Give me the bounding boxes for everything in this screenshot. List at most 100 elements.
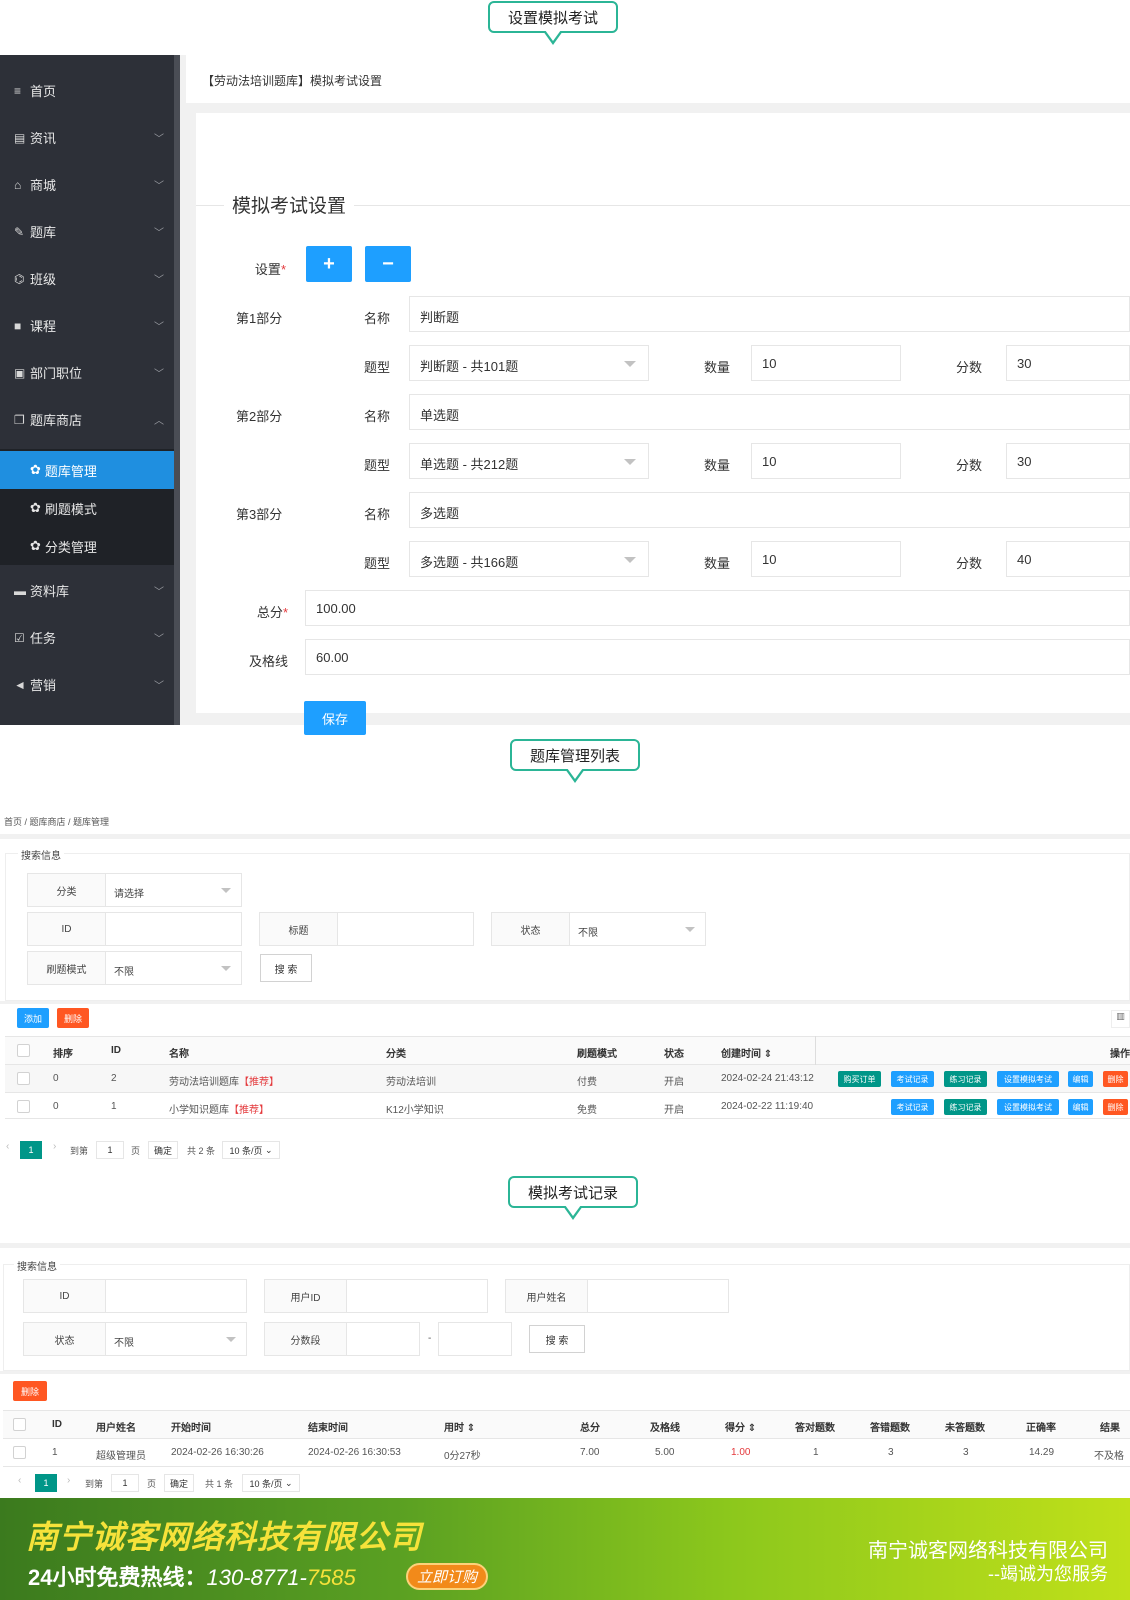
page-jump-input[interactable]: 1 bbox=[111, 1474, 139, 1492]
score-min-input[interactable] bbox=[346, 1322, 420, 1356]
select-all-checkbox[interactable] bbox=[17, 1044, 30, 1057]
briefcase-icon: ▬ bbox=[14, 583, 26, 598]
confirm-page-button[interactable]: 确定 bbox=[164, 1474, 194, 1492]
row-checkbox[interactable] bbox=[17, 1072, 30, 1085]
sidebar: ≡ 首页 ▤ 资讯 ﹀ ⌂ 商城 ﹀ ✎ 题库 ﹀ ⌬ 班级 ﹀ ■ 课程 ﹀ ▣ 部门职位 ﹀ ❐ 题库商… bbox=[0, 55, 180, 725]
sidebar-subitem-practice-mode[interactable]: ✿ 刷题模式 bbox=[0, 489, 174, 527]
score-max-input[interactable] bbox=[438, 1322, 512, 1356]
column-header: 操作 bbox=[1110, 1049, 1130, 1060]
sidebar-item-class[interactable]: ⌬ 班级 ﹀ bbox=[0, 255, 174, 302]
part-1-count-input[interactable]: 10 bbox=[751, 345, 901, 381]
part-3-score-input[interactable]: 40 bbox=[1006, 541, 1130, 577]
sidebar-item-department[interactable]: ▣ 部门职位 ﹀ bbox=[0, 349, 174, 396]
id-card-icon: ▣ bbox=[14, 365, 26, 380]
user-name-filter-input[interactable] bbox=[587, 1279, 729, 1313]
caret-down-icon bbox=[226, 1337, 236, 1342]
save-button[interactable]: 保存 bbox=[304, 701, 366, 735]
menu-icon: ≡ bbox=[14, 83, 22, 98]
status-filter-select[interactable]: 不限 bbox=[105, 1322, 247, 1356]
user-id-filter-label: 用户ID bbox=[264, 1279, 347, 1313]
title-filter-input[interactable] bbox=[337, 912, 474, 946]
megaphone-icon: ◄ bbox=[14, 677, 26, 692]
next-page-icon[interactable]: › bbox=[67, 1475, 70, 1486]
exam-records-button[interactable]: 考试记录 bbox=[891, 1071, 934, 1087]
part-2-name-input[interactable]: 单选题 bbox=[409, 394, 1130, 430]
column-header: 名称 bbox=[169, 1049, 189, 1060]
part-1-score-input[interactable]: 30 bbox=[1006, 345, 1130, 381]
part-1-type-select[interactable]: 判断题 - 共101题 bbox=[409, 345, 649, 381]
set-mock-exam-button[interactable]: 设置模拟考试 bbox=[997, 1099, 1059, 1115]
order-now-button[interactable]: 立即订购 bbox=[406, 1563, 488, 1590]
current-page[interactable]: 1 bbox=[20, 1141, 42, 1159]
pass-line-input[interactable]: 60.00 bbox=[305, 639, 1130, 675]
part-2-type-select[interactable]: 单选题 - 共212题 bbox=[409, 443, 649, 479]
page-jump-input[interactable]: 1 bbox=[96, 1141, 124, 1159]
select-all-checkbox[interactable] bbox=[13, 1418, 26, 1431]
practice-records-button[interactable]: 练习记录 bbox=[944, 1099, 987, 1115]
sidebar-item-news[interactable]: ▤ 资讯 ﹀ bbox=[0, 114, 174, 161]
column-header-sortable[interactable]: 创建时间 ⇕ bbox=[721, 1045, 772, 1060]
gear-icon: ✿ bbox=[30, 538, 41, 553]
part-2-count-input[interactable]: 10 bbox=[751, 443, 901, 479]
status-filter-select[interactable]: 不限 bbox=[569, 912, 706, 946]
add-button[interactable]: 添加 bbox=[17, 1008, 49, 1028]
sidebar-item-label: 题库商店 bbox=[30, 413, 83, 428]
per-page-select[interactable]: 10 条/页 ⌄ bbox=[242, 1474, 300, 1492]
sidebar-subitem-category[interactable]: ✿ 分类管理 bbox=[0, 527, 174, 565]
per-page-select[interactable]: 10 条/页 ⌄ bbox=[222, 1141, 280, 1159]
column-header-sortable[interactable]: 得分 ⇕ bbox=[725, 1419, 756, 1434]
page-unit: 页 bbox=[131, 1146, 141, 1156]
sidebar-item-library[interactable]: ▬ 资料库 ﹀ bbox=[0, 567, 174, 614]
sidebar-item-bank-store[interactable]: ❐ 题库商店 ︿ bbox=[0, 396, 174, 443]
delete-row-button[interactable]: 删除 bbox=[1103, 1099, 1128, 1115]
select-value: 判断题 - 共101题 bbox=[420, 359, 519, 374]
buy-orders-button[interactable]: 购买订单 bbox=[838, 1071, 881, 1087]
exam-records-button[interactable]: 考试记录 bbox=[891, 1099, 934, 1115]
sidebar-item-task[interactable]: ☑ 任务 ﹀ bbox=[0, 614, 174, 661]
search-button[interactable]: 搜 索 bbox=[260, 954, 312, 982]
confirm-page-button[interactable]: 确定 bbox=[148, 1141, 178, 1159]
category-filter-select[interactable]: 请选择 bbox=[105, 873, 242, 907]
row-checkbox[interactable] bbox=[13, 1446, 26, 1459]
user-id-filter-input[interactable] bbox=[346, 1279, 488, 1313]
sidebar-item-mall[interactable]: ⌂ 商城 ﹀ bbox=[0, 161, 174, 208]
sidebar-subitem-bank-manage[interactable]: ✿ 题库管理 bbox=[0, 451, 174, 489]
prev-page-icon[interactable]: ‹ bbox=[18, 1475, 21, 1486]
column-header-sortable[interactable]: 用时 ⇕ bbox=[444, 1419, 475, 1434]
score-label: 分数 bbox=[955, 556, 982, 571]
delete-row-button[interactable]: 删除 bbox=[1103, 1071, 1128, 1087]
remove-part-button[interactable]: − bbox=[365, 246, 411, 282]
delete-button[interactable]: 删除 bbox=[57, 1008, 89, 1028]
row-checkbox[interactable] bbox=[17, 1100, 30, 1113]
callout-set-mock-exam: 设置模拟考试 bbox=[488, 1, 618, 45]
edit-button[interactable]: 编辑 bbox=[1068, 1071, 1093, 1087]
sidebar-item-course[interactable]: ■ 课程 ﹀ bbox=[0, 302, 174, 349]
cell-status: 开启 bbox=[664, 1105, 684, 1116]
set-mock-exam-button[interactable]: 设置模拟考试 bbox=[997, 1071, 1059, 1087]
part-3-count-input[interactable]: 10 bbox=[751, 541, 901, 577]
current-page[interactable]: 1 bbox=[35, 1474, 57, 1492]
count-label: 数量 bbox=[703, 556, 730, 571]
edit-button[interactable]: 编辑 bbox=[1068, 1099, 1093, 1115]
sidebar-item-home[interactable]: ≡ 首页 bbox=[0, 67, 174, 114]
prev-page-icon[interactable]: ‹ bbox=[6, 1141, 9, 1152]
total-score-input[interactable]: 100.00 bbox=[305, 590, 1130, 626]
sidebar-item-marketing[interactable]: ◄ 营销 ﹀ bbox=[0, 661, 174, 708]
id-filter-input[interactable] bbox=[105, 912, 242, 946]
score-label: 分数 bbox=[955, 458, 982, 473]
part-3-type-select[interactable]: 多选题 - 共166题 bbox=[409, 541, 649, 577]
part-3-name-input[interactable]: 多选题 bbox=[409, 492, 1130, 528]
select-value: 请选择 bbox=[114, 889, 144, 900]
delete-button[interactable]: 删除 bbox=[13, 1381, 47, 1401]
part-1-name-input[interactable]: 判断题 bbox=[409, 296, 1130, 332]
add-part-button[interactable]: + bbox=[306, 246, 352, 282]
mode-filter-select[interactable]: 不限 bbox=[105, 951, 242, 985]
practice-records-button[interactable]: 练习记录 bbox=[944, 1071, 987, 1087]
next-page-icon[interactable]: › bbox=[53, 1141, 56, 1152]
id-filter-input[interactable] bbox=[105, 1279, 247, 1313]
search-button[interactable]: 搜 索 bbox=[529, 1325, 585, 1353]
cell-category: 劳动法培训 bbox=[386, 1077, 436, 1088]
sidebar-item-question-bank[interactable]: ✎ 题库 ﹀ bbox=[0, 208, 174, 255]
part-2-score-input[interactable]: 30 bbox=[1006, 443, 1130, 479]
columns-toggle-icon[interactable]: ▥ bbox=[1111, 1010, 1130, 1028]
